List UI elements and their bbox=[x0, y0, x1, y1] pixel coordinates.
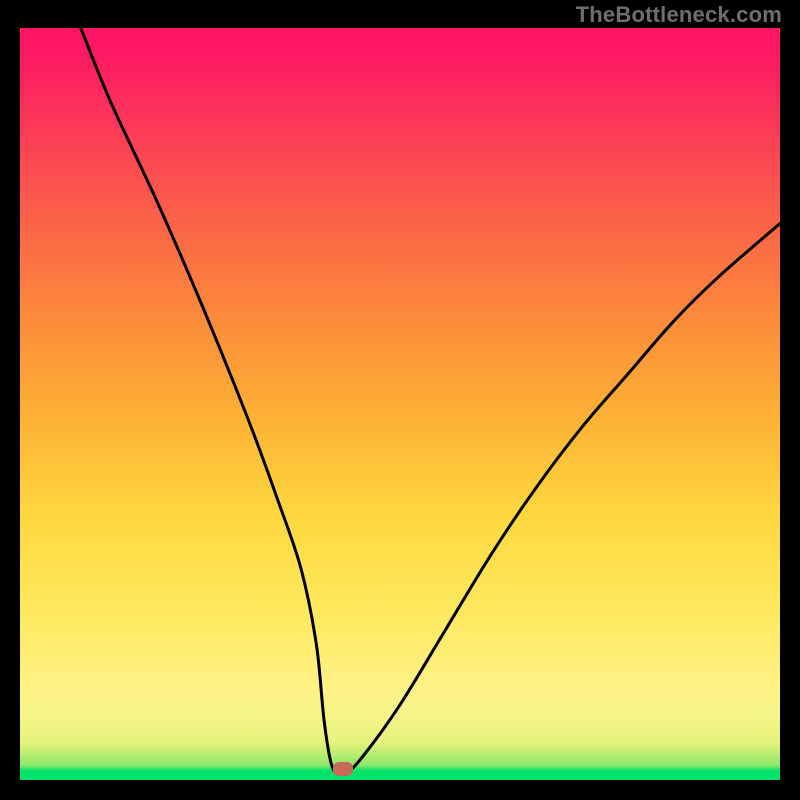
watermark-text: TheBottleneck.com bbox=[576, 2, 782, 28]
minimum-marker bbox=[333, 762, 353, 776]
curve-svg bbox=[20, 28, 780, 780]
plot-area bbox=[20, 28, 780, 780]
bottleneck-curve-path bbox=[81, 28, 780, 774]
chart-frame: TheBottleneck.com bbox=[0, 0, 800, 800]
